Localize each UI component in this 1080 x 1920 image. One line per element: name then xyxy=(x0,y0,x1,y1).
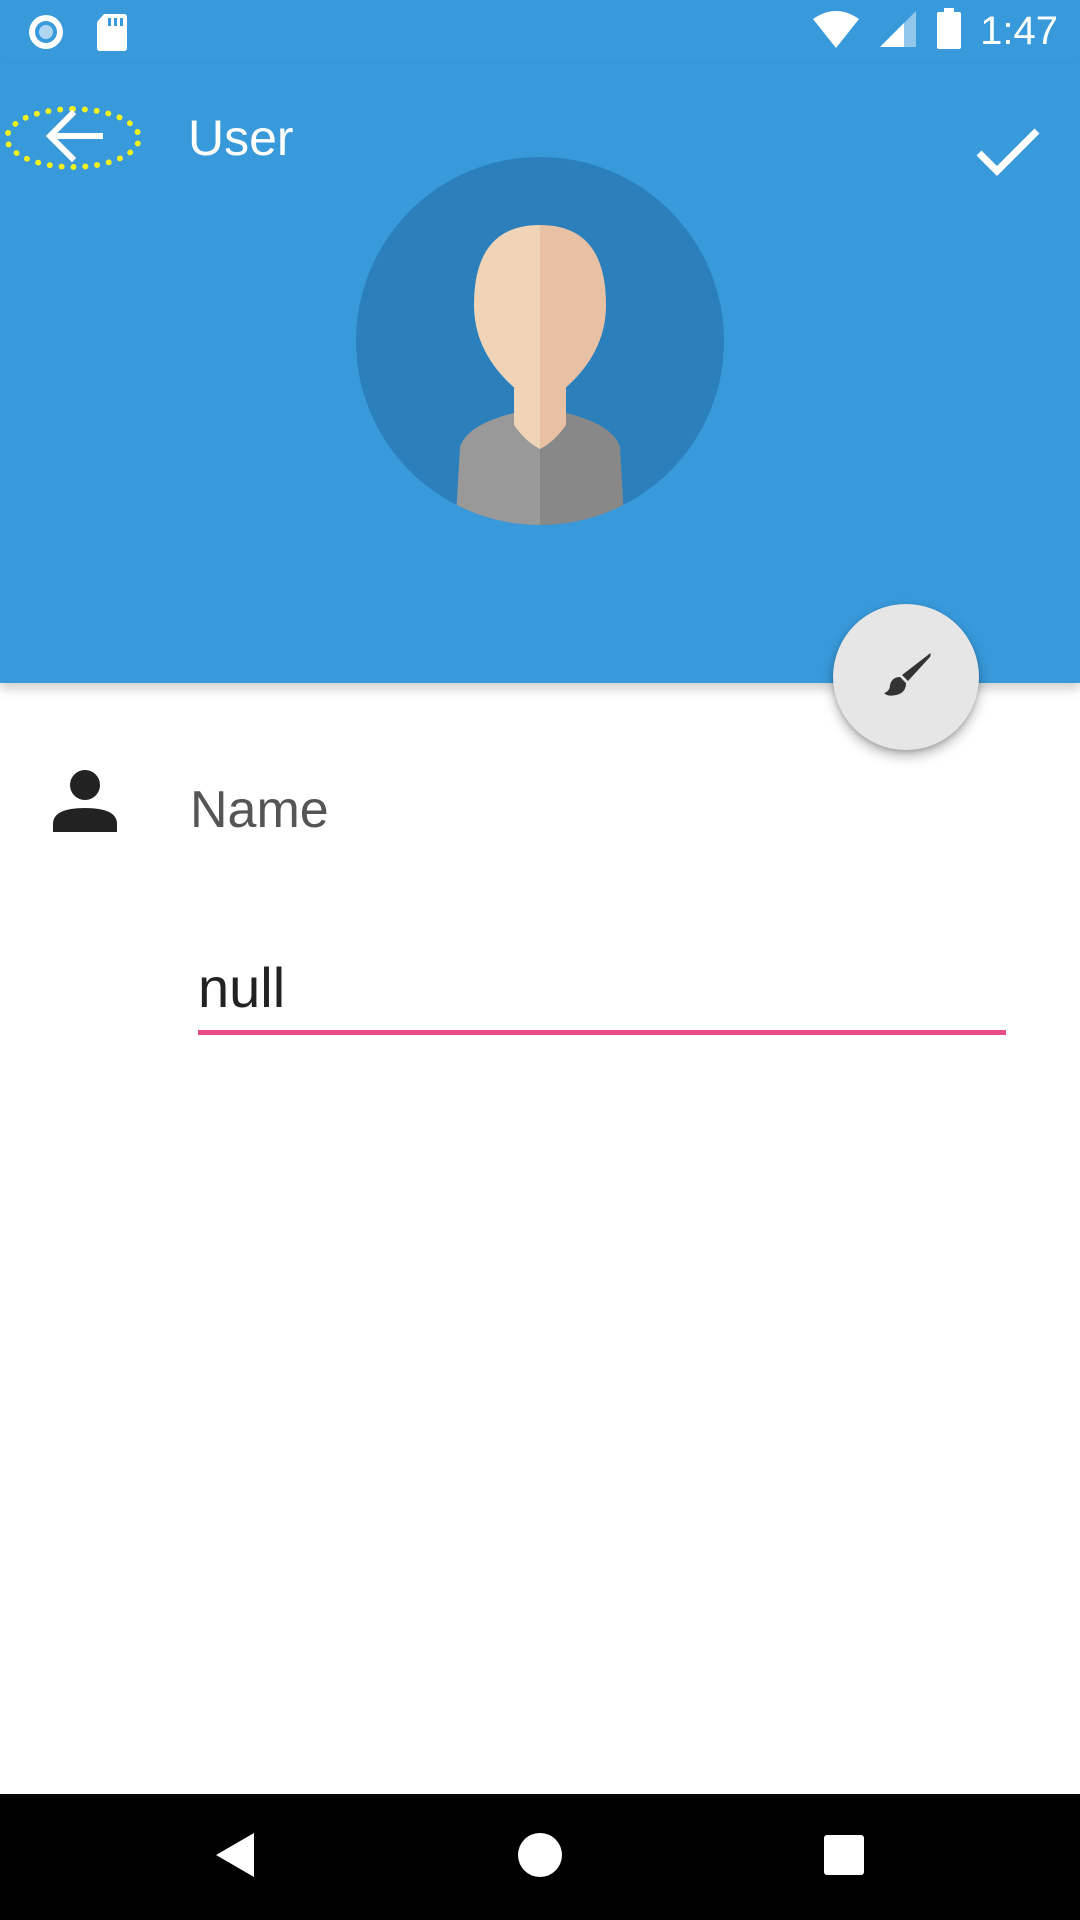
nav-back-icon xyxy=(214,1831,258,1884)
recording-icon xyxy=(26,12,66,57)
default-user-avatar xyxy=(356,157,724,525)
wifi-icon xyxy=(812,9,860,54)
arrow-back-icon xyxy=(42,104,106,173)
nav-home-icon xyxy=(517,1832,563,1883)
nav-home-button[interactable] xyxy=(490,1807,590,1907)
paintbrush-icon xyxy=(878,647,934,708)
name-input[interactable] xyxy=(198,945,1006,1035)
nav-recents-button[interactable] xyxy=(794,1807,894,1907)
check-icon xyxy=(975,125,1041,182)
status-time: 1:47 xyxy=(980,9,1058,53)
sd-card-icon xyxy=(96,12,128,57)
nav-recents-icon xyxy=(823,1834,865,1881)
back-button[interactable] xyxy=(0,98,148,198)
status-bar: 1:47 xyxy=(0,0,1080,63)
confirm-button[interactable] xyxy=(958,103,1058,203)
edit-avatar-button[interactable] xyxy=(833,604,979,750)
navigation-bar xyxy=(0,1794,1080,1920)
person-icon xyxy=(52,768,118,834)
page-title: User xyxy=(188,110,294,166)
avatar[interactable] xyxy=(356,157,724,525)
status-left-icons xyxy=(26,12,128,57)
status-right-icons: 1:47 xyxy=(812,8,1058,55)
name-label: Name xyxy=(190,781,329,839)
profile-header: User xyxy=(0,63,1080,683)
signal-icon xyxy=(878,9,918,54)
battery-icon xyxy=(936,8,962,55)
nav-back-button[interactable] xyxy=(186,1807,286,1907)
